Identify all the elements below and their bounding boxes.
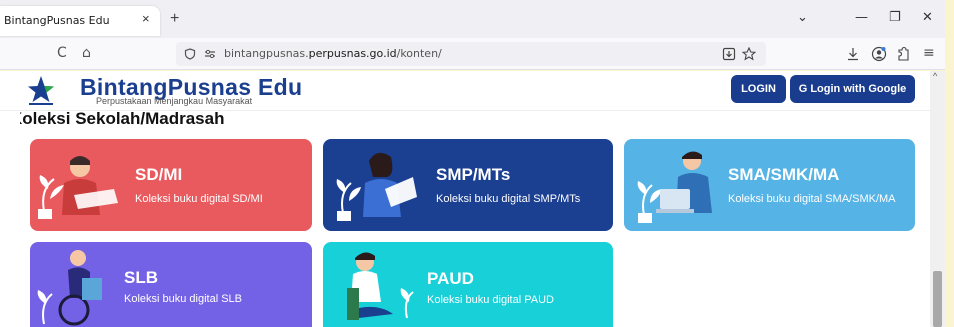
card-description: Koleksi buku digital SLB	[124, 293, 243, 305]
card-title: SLB	[124, 268, 158, 287]
page-scrollbar[interactable]: ^	[930, 71, 945, 327]
close-window-button[interactable]: ✕	[922, 10, 933, 25]
reader-mode-icon[interactable]	[722, 47, 736, 61]
scroll-thumb[interactable]	[933, 271, 942, 327]
card-title: PAUD	[427, 269, 474, 288]
tab-bar: BintangPusnas Edu × + ⌄ — ❐ ✕	[0, 0, 945, 38]
address-bar[interactable]: bintangpusnas.perpusnas.go.id/konten/	[176, 42, 766, 66]
card-smp-mts[interactable]: SMP/MTs Koleksi buku digital SMP/MTs	[323, 139, 613, 231]
site-header: BintangPusnas Edu Perpustakaan Menjangka…	[0, 71, 930, 111]
star-logo-icon[interactable]	[26, 74, 56, 106]
card-title: SMP/MTs	[436, 165, 511, 184]
card-description: Koleksi buku digital PAUD	[427, 294, 554, 306]
browser-tab[interactable]: BintangPusnas Edu ×	[0, 6, 160, 36]
card-slb[interactable]: SLB Koleksi buku digital SLB	[30, 242, 312, 327]
card-title: SMA/SMK/MA	[728, 165, 840, 184]
student-laptop-illustration-icon	[637, 151, 712, 223]
scroll-up-icon[interactable]: ^	[933, 71, 937, 81]
extensions-icon[interactable]	[896, 46, 910, 62]
minimize-button[interactable]: —	[855, 10, 868, 25]
new-tab-button[interactable]: +	[170, 10, 179, 28]
login-button[interactable]: LOGIN	[731, 75, 786, 103]
card-paud[interactable]: PAUD Koleksi buku digital PAUD	[323, 242, 613, 327]
section-title: Koleksi Sekolah/Madrasah	[20, 109, 225, 128]
login-google-button[interactable]: G Login with Google	[790, 75, 915, 103]
card-description: Koleksi buku digital SD/MI	[135, 193, 263, 205]
student-illustration-icon	[38, 156, 118, 219]
student-reading-illustration-icon	[336, 152, 417, 221]
url-text[interactable]: bintangpusnas.perpusnas.go.id/konten/	[224, 47, 442, 60]
shield-icon[interactable]	[184, 48, 196, 60]
kid-blocks-illustration-icon	[347, 252, 414, 320]
card-title: SD/MI	[135, 165, 183, 184]
restore-button[interactable]: ❐	[889, 10, 901, 25]
downloads-icon[interactable]	[846, 47, 860, 61]
home-icon[interactable]: ⌂	[82, 45, 91, 61]
card-description: Koleksi buku digital SMP/MTs	[436, 193, 581, 205]
navigation-bar: C ⌂ bintangpusnas.perpusnas.go.id/konten…	[0, 38, 945, 70]
brand-tagline: Perpustakaan Menjangkau Masyarakat	[96, 96, 253, 106]
menu-icon[interactable]: ≡	[923, 45, 935, 61]
tab-list-chevron-icon[interactable]: ⌄	[797, 10, 808, 25]
card-sd-mi[interactable]: SD/MI Koleksi buku digital SD/MI	[30, 139, 312, 231]
tab-title: BintangPusnas Edu	[4, 14, 110, 27]
page-content: BintangPusnas Edu Perpustakaan Menjangka…	[0, 71, 930, 327]
card-sma-smk-ma[interactable]: SMA/SMK/MA Koleksi buku digital SMA/SMK/…	[624, 139, 915, 231]
account-icon[interactable]	[871, 46, 887, 62]
card-description: Koleksi buku digital SMA/SMK/MA	[728, 193, 896, 205]
reload-icon[interactable]: C	[57, 45, 67, 61]
permissions-icon[interactable]	[204, 49, 216, 59]
wheelchair-illustration-icon	[37, 250, 102, 326]
tab-close-icon[interactable]: ×	[142, 11, 150, 26]
bookmark-star-icon[interactable]	[742, 47, 756, 61]
